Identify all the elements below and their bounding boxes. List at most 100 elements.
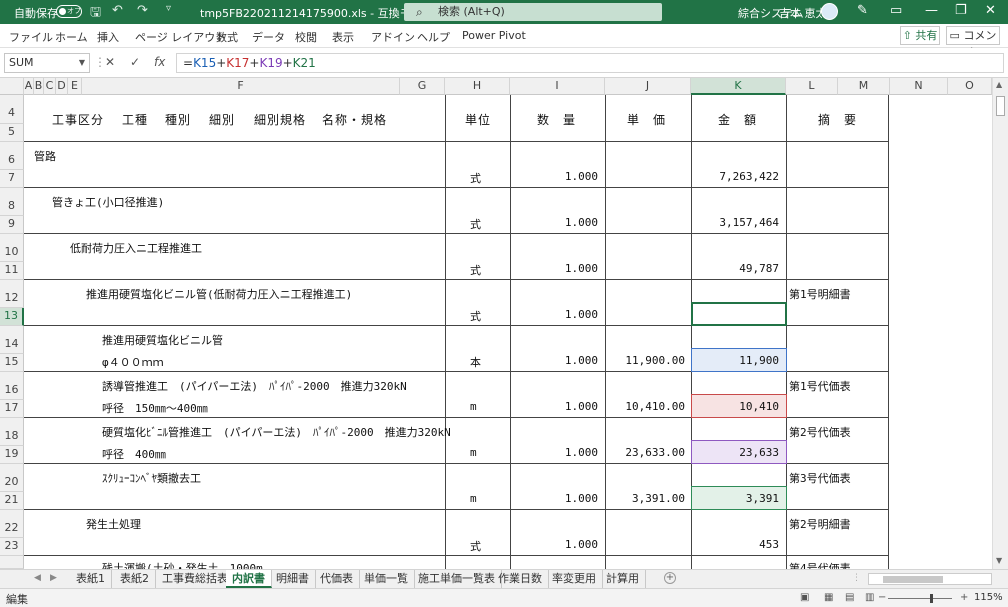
- row-header[interactable]: 5: [0, 124, 24, 142]
- row-header[interactable]: 21: [0, 492, 24, 510]
- tab-prev-icon[interactable]: ◀: [34, 573, 41, 583]
- row-header[interactable]: 22: [0, 510, 24, 538]
- row-header[interactable]: 7: [0, 170, 24, 188]
- row-header[interactable]: 4: [0, 95, 24, 124]
- sheet-tab-active[interactable]: 内訳書: [226, 570, 272, 588]
- select-all-corner[interactable]: [0, 78, 24, 95]
- sheet-tab[interactable]: 表紙1: [70, 570, 112, 588]
- page-break-view-icon[interactable]: ▥: [865, 592, 874, 603]
- column-header[interactable]: B: [34, 78, 44, 95]
- row-header[interactable]: 11: [0, 262, 24, 280]
- menu-power-pivot[interactable]: Power Pivot: [462, 29, 526, 42]
- column-header[interactable]: G: [400, 78, 445, 95]
- spreadsheet-grid[interactable]: A B C D E F G H I J K L M N O 4 5 6 7 8 …: [0, 78, 1008, 569]
- sheet-tab[interactable]: 単価一覧: [358, 570, 415, 588]
- scroll-thumb[interactable]: [996, 96, 1005, 116]
- row-header[interactable]: 20: [0, 464, 24, 492]
- sheet-tab[interactable]: 施工単価一覧表: [412, 570, 502, 588]
- redo-icon[interactable]: ↷: [137, 3, 148, 18]
- sheet-tab[interactable]: 明細書: [270, 570, 316, 588]
- menu-help[interactable]: ヘルプ: [417, 29, 450, 45]
- restore-icon[interactable]: ❐: [955, 3, 967, 18]
- row-header[interactable]: 18: [0, 418, 24, 446]
- tab-split-icon[interactable]: ⋮: [852, 573, 861, 583]
- sheet-tab[interactable]: 率変更用: [546, 570, 603, 588]
- insert-function-icon[interactable]: fx: [154, 55, 165, 69]
- avatar[interactable]: [821, 3, 838, 20]
- menu-formulas[interactable]: 数式: [216, 29, 238, 45]
- row-header[interactable]: 10: [0, 234, 24, 262]
- row-header[interactable]: 16: [0, 372, 24, 400]
- menu-page-layout[interactable]: ページ レイアウト: [135, 29, 226, 45]
- zoom-slider-knob[interactable]: [930, 594, 933, 603]
- autosave-toggle[interactable]: オフ: [56, 5, 82, 18]
- zoom-in-icon[interactable]: +: [960, 592, 968, 603]
- menu-review[interactable]: 校閲: [295, 29, 317, 45]
- menu-insert[interactable]: 挿入: [97, 29, 119, 45]
- zoom-slider[interactable]: [888, 598, 952, 599]
- horizontal-scrollbar[interactable]: [868, 573, 992, 585]
- zoom-level[interactable]: 115%: [974, 592, 1003, 603]
- column-header[interactable]: F: [82, 78, 400, 95]
- column-header[interactable]: M: [838, 78, 890, 95]
- row-header[interactable]: 9: [0, 216, 24, 234]
- formula-input[interactable]: =K15+K17+K19+K21: [176, 53, 1004, 73]
- vertical-scrollbar[interactable]: ▲ ▼: [992, 78, 1008, 569]
- ribbon-display-icon[interactable]: ▭: [890, 3, 902, 18]
- sheet-tab[interactable]: 表紙2: [114, 570, 156, 588]
- share-button[interactable]: ⇧ 共有: [900, 26, 940, 45]
- column-header[interactable]: A: [24, 78, 34, 95]
- sheet-tab[interactable]: 計算用: [600, 570, 646, 588]
- row-header-selected[interactable]: 13: [0, 308, 24, 326]
- row-header[interactable]: 23: [0, 538, 24, 556]
- undo-icon[interactable]: ↶: [112, 3, 123, 18]
- column-header[interactable]: J: [605, 78, 691, 95]
- menu-addins[interactable]: アドイン: [371, 29, 415, 45]
- sheet-tab[interactable]: 作業日数: [492, 570, 549, 588]
- sheet-tab[interactable]: 工事費総括表: [156, 570, 235, 588]
- row-header[interactable]: 17: [0, 400, 24, 418]
- column-header[interactable]: O: [948, 78, 992, 95]
- scroll-down-icon[interactable]: ▼: [996, 556, 1002, 565]
- menu-home[interactable]: ホーム: [55, 29, 88, 45]
- row-header[interactable]: 15: [0, 354, 24, 372]
- pen-icon[interactable]: ✎: [857, 3, 868, 18]
- active-cell-k13[interactable]: [691, 302, 787, 326]
- enter-icon[interactable]: ✓: [130, 55, 140, 69]
- zoom-out-icon[interactable]: −: [878, 592, 886, 603]
- row-header[interactable]: 12: [0, 280, 24, 308]
- display-settings-icon[interactable]: ▣: [800, 592, 809, 603]
- close-icon[interactable]: ✕: [985, 3, 996, 18]
- column-header[interactable]: H: [445, 78, 510, 95]
- normal-view-icon[interactable]: ▦: [824, 592, 833, 603]
- row-header[interactable]: 19: [0, 446, 24, 464]
- row-header[interactable]: 8: [0, 188, 24, 216]
- sheet-tab[interactable]: 代価表: [314, 570, 360, 588]
- tab-next-icon[interactable]: ▶: [50, 573, 57, 583]
- row-header[interactable]: [0, 556, 24, 569]
- column-header[interactable]: N: [890, 78, 948, 95]
- column-header[interactable]: L: [786, 78, 838, 95]
- column-header[interactable]: E: [68, 78, 82, 95]
- row-header[interactable]: 14: [0, 326, 24, 354]
- horizontal-scroll-thumb[interactable]: [883, 576, 943, 583]
- column-header[interactable]: D: [56, 78, 68, 95]
- scroll-up-icon[interactable]: ▲: [996, 80, 1002, 89]
- cancel-icon[interactable]: ✕: [105, 55, 115, 69]
- menu-file[interactable]: ファイル: [9, 29, 53, 45]
- name-box[interactable]: SUM ▼: [4, 53, 90, 73]
- menu-data[interactable]: データ: [252, 29, 285, 45]
- minimize-icon[interactable]: —: [925, 3, 938, 18]
- page-layout-view-icon[interactable]: ▤: [845, 592, 854, 603]
- row-header[interactable]: 6: [0, 142, 24, 170]
- chevron-down-icon[interactable]: ▼: [79, 54, 85, 72]
- add-sheet-icon[interactable]: +: [664, 572, 676, 584]
- column-header-selected[interactable]: K: [691, 78, 786, 95]
- column-header[interactable]: I: [510, 78, 605, 95]
- search-box[interactable]: ⌕ 検索 (Alt+Q): [404, 3, 662, 21]
- menu-view[interactable]: 表示: [332, 29, 354, 45]
- comment-button[interactable]: ▭ コメント: [946, 26, 1000, 59]
- customize-icon[interactable]: ▿: [166, 3, 171, 14]
- save-icon[interactable]: 🖫: [90, 3, 101, 25]
- column-header[interactable]: C: [44, 78, 56, 95]
